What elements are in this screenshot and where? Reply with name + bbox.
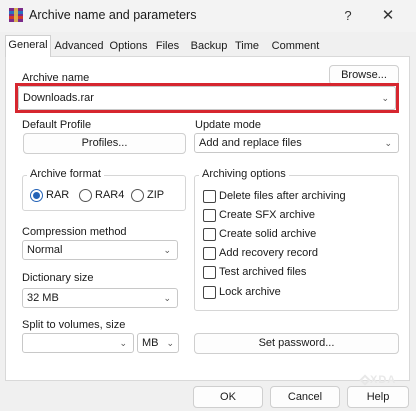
dictionary-size-label: Dictionary size <box>22 272 94 284</box>
add-recovery-label[interactable]: Add recovery record <box>219 247 318 259</box>
chevron-down-icon: ⌄ <box>163 293 171 303</box>
browse-button[interactable]: Browse... <box>329 65 399 85</box>
lock-archive-checkbox[interactable] <box>203 286 216 299</box>
zip-radio[interactable] <box>131 189 144 202</box>
tab-general[interactable]: General <box>5 35 51 57</box>
compression-method-label: Compression method <box>22 226 127 238</box>
test-archived-label[interactable]: Test archived files <box>219 266 306 278</box>
lock-archive-label[interactable]: Lock archive <box>219 286 281 298</box>
update-mode-combo[interactable]: Add and replace files ⌄ <box>194 133 399 153</box>
set-password-button[interactable]: Set password... <box>194 333 399 354</box>
tab-files[interactable]: Files <box>152 37 183 57</box>
compression-method-value: Normal <box>27 244 63 256</box>
rar-radio-label[interactable]: RAR <box>46 189 69 201</box>
create-solid-label[interactable]: Create solid archive <box>219 228 316 240</box>
split-volumes-label: Split to volumes, size <box>22 319 126 331</box>
profiles-button[interactable]: Profiles... <box>23 133 186 154</box>
delete-files-checkbox[interactable] <box>203 190 216 203</box>
chevron-down-icon: ⌄ <box>384 138 392 148</box>
delete-files-label[interactable]: Delete files after archiving <box>219 190 346 202</box>
chevron-down-icon: ⌄ <box>166 338 174 348</box>
split-unit-value: MB <box>142 337 159 349</box>
tab-backup[interactable]: Backup <box>189 37 229 57</box>
help-title-button[interactable]: ? <box>338 6 358 26</box>
tab-time[interactable]: Time <box>232 37 262 57</box>
archive-format-label: Archive format <box>27 168 104 180</box>
create-sfx-checkbox[interactable] <box>203 209 216 222</box>
archive-name-highlight-box <box>15 83 399 113</box>
chevron-down-icon: ⌄ <box>119 338 127 348</box>
add-recovery-checkbox[interactable] <box>203 247 216 260</box>
tab-options[interactable]: Options <box>107 37 150 57</box>
update-mode-value: Add and replace files <box>199 137 302 149</box>
split-unit-combo[interactable]: MB ⌄ <box>137 333 179 353</box>
close-window-button[interactable]: ✕ <box>374 5 402 27</box>
zip-radio-label[interactable]: ZIP <box>147 189 164 201</box>
create-solid-checkbox[interactable] <box>203 228 216 241</box>
ok-button[interactable]: OK <box>193 386 263 408</box>
dictionary-size-value: 32 MB <box>27 292 59 304</box>
test-archived-checkbox[interactable] <box>203 266 216 279</box>
watermark-text: XDA <box>370 374 397 386</box>
winrar-app-icon <box>9 8 23 22</box>
tab-comment[interactable]: Comment <box>269 37 322 57</box>
rar4-radio-label[interactable]: RAR4 <box>95 189 124 201</box>
dictionary-size-combo[interactable]: 32 MB ⌄ <box>22 288 178 308</box>
update-mode-label: Update mode <box>195 119 262 131</box>
title-bar: Archive name and parameters ? ✕ <box>0 0 416 32</box>
cancel-button[interactable]: Cancel <box>270 386 340 408</box>
tab-advanced[interactable]: Advanced <box>53 37 105 57</box>
help-button[interactable]: Help <box>347 386 409 408</box>
create-sfx-label[interactable]: Create SFX archive <box>219 209 315 221</box>
rar4-radio[interactable] <box>79 189 92 202</box>
rar-radio[interactable] <box>30 189 43 202</box>
archiving-options-label: Archiving options <box>199 168 289 180</box>
default-profile-label: Default Profile <box>22 119 92 131</box>
chevron-down-icon: ⌄ <box>163 245 171 255</box>
split-size-combo[interactable]: ⌄ <box>22 333 134 353</box>
compression-method-combo[interactable]: Normal ⌄ <box>22 240 178 260</box>
window-title: Archive name and parameters <box>29 8 197 22</box>
